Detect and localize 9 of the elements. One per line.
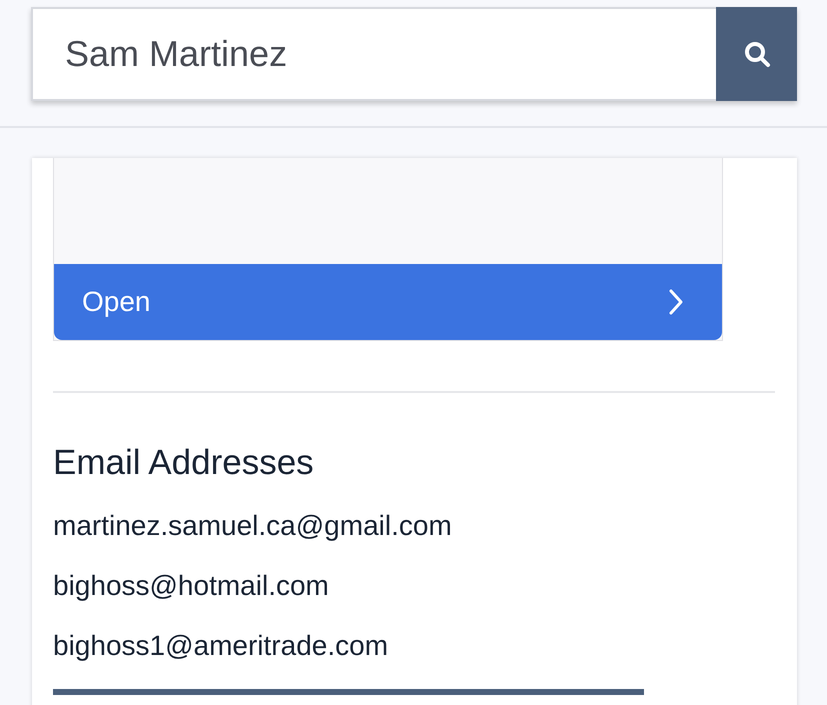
chevron-right-icon bbox=[668, 288, 684, 316]
email-address: bighoss@hotmail.com bbox=[53, 569, 330, 603]
open-button[interactable]: Open bbox=[54, 264, 722, 340]
section-title: Email Addresses bbox=[53, 443, 315, 483]
search-icon bbox=[742, 40, 770, 68]
email-address: bighoss1@ameritrade.com bbox=[53, 629, 390, 663]
search-field[interactable]: Sam Martinez bbox=[31, 7, 716, 101]
search-button[interactable] bbox=[716, 7, 797, 101]
email-address: martinez.samuel.ca@gmail.com bbox=[53, 509, 453, 543]
